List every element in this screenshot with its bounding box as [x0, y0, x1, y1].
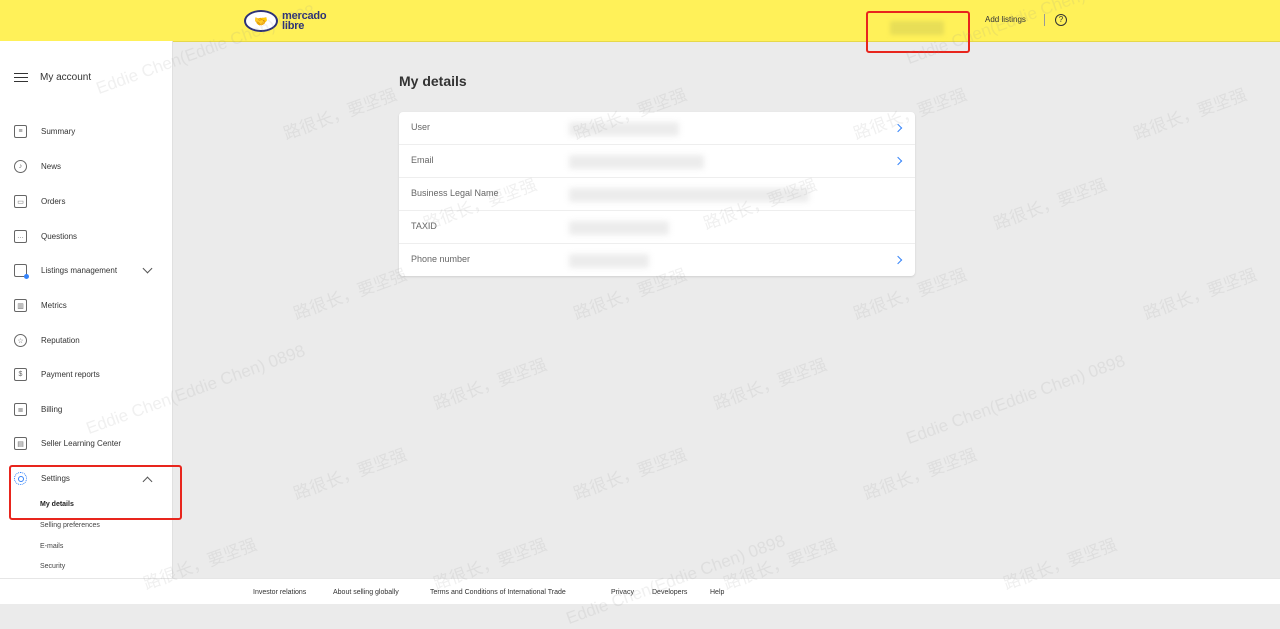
sidebar: My account ≡ Summary ♪ News ▭ Orders … Q…	[0, 41, 182, 578]
watermark-text: 路很长，要坚强	[571, 445, 690, 504]
sidebar-item-metrics[interactable]: ▥ Metrics	[14, 299, 67, 312]
settings-sub-emails[interactable]: E-mails	[40, 543, 63, 550]
metrics-icon: ▥	[14, 299, 27, 312]
footer-link-investor-relations[interactable]: Investor relations	[253, 589, 306, 596]
redacted-value	[569, 188, 809, 202]
sidebar-item-reputation[interactable]: ☆ Reputation	[14, 334, 80, 347]
watermark-text: 路很长，要坚强	[281, 85, 400, 144]
sidebar-item-label: Seller Learning Center	[41, 439, 122, 448]
detail-row-business-legal-name: Business Legal Name	[399, 178, 915, 211]
listings-icon	[14, 264, 29, 279]
sidebar-item-questions[interactable]: … Questions	[14, 230, 77, 243]
settings-sub-security[interactable]: Security	[40, 563, 65, 570]
watermark-text: 路很长，要坚强	[711, 355, 830, 414]
detail-label: Business Legal Name	[411, 188, 499, 198]
learning-icon: ▤	[14, 437, 27, 450]
watermark-text: 路很长，要坚强	[861, 445, 980, 504]
watermark-text: 路很长，要坚强	[431, 355, 550, 414]
sidebar-item-payment-reports[interactable]: $ Payment reports	[14, 368, 100, 381]
reputation-icon: ☆	[14, 334, 27, 347]
sidebar-item-label: News	[41, 162, 62, 171]
bell-icon: ♪	[14, 160, 27, 173]
footer-link-terms[interactable]: Terms and Conditions of International Tr…	[430, 589, 566, 596]
watermark-text: Eddie Chen(Eddie Chen) 0898	[903, 351, 1128, 449]
orders-icon: ▭	[14, 195, 27, 208]
footer-link-help[interactable]: Help	[710, 589, 724, 596]
add-listings-link[interactable]: Add listings	[985, 15, 1026, 24]
sidebar-item-orders[interactable]: ▭ Orders	[14, 195, 65, 208]
sidebar-item-label: Questions	[41, 232, 78, 241]
detail-label: Phone number	[411, 254, 471, 264]
logo-line-2: libre	[282, 20, 305, 32]
header-divider	[1044, 14, 1045, 26]
sidebar-item-label: Reputation	[41, 336, 80, 345]
footer: Investor relations About selling globall…	[0, 578, 1280, 604]
redacted-value	[569, 254, 649, 268]
sidebar-title: My account	[40, 72, 92, 83]
redacted-user-name	[890, 21, 944, 35]
settings-sub-my-details[interactable]: My details	[40, 501, 74, 508]
detail-row-email[interactable]: Email	[399, 145, 915, 178]
billing-icon: ≣	[14, 403, 27, 416]
chevron-down-icon[interactable]	[142, 263, 153, 274]
settings-sub-selling-preferences[interactable]: Selling preferences	[40, 522, 100, 529]
handshake-icon: 🤝	[244, 10, 278, 32]
redacted-value	[569, 155, 704, 169]
sidebar-item-label: Summary	[41, 127, 76, 136]
redacted-value	[569, 122, 679, 136]
sidebar-item-label: Payment reports	[41, 370, 100, 379]
sidebar-header: My account	[14, 72, 91, 83]
detail-row-user[interactable]: User	[399, 112, 915, 145]
sidebar-item-listings-management[interactable]: Listings management	[14, 264, 118, 279]
sidebar-item-news[interactable]: ♪ News	[14, 160, 61, 173]
details-card: User Email Business Legal Name TAXID Pho…	[399, 112, 915, 276]
chat-icon: …	[14, 230, 27, 243]
sidebar-item-label: Metrics	[41, 301, 67, 310]
footer-link-privacy[interactable]: Privacy	[611, 589, 634, 596]
footer-link-about-selling-globally[interactable]: About selling globally	[333, 589, 399, 596]
settings-highlight-box	[9, 465, 182, 520]
payment-icon: $	[14, 368, 27, 381]
help-icon[interactable]: ?	[1055, 14, 1067, 26]
detail-label: User	[411, 122, 431, 132]
detail-label: Email	[411, 155, 434, 165]
chevron-right-icon[interactable]	[893, 123, 903, 133]
sidebar-item-label: Orders	[41, 197, 66, 206]
hamburger-menu-icon[interactable]	[14, 72, 28, 83]
footer-link-developers[interactable]: Developers	[652, 589, 687, 596]
watermark-text: 路很长，要坚强	[291, 265, 410, 324]
watermark-text: 路很长，要坚强	[991, 175, 1110, 234]
watermark-text: 路很长，要坚强	[1141, 265, 1260, 324]
sidebar-item-seller-learning-center[interactable]: ▤ Seller Learning Center	[14, 437, 121, 450]
top-header-bar: 🤝 mercado libre Add listings ?	[0, 0, 1280, 53]
user-account-highlight[interactable]	[866, 11, 970, 53]
mercado-libre-logo[interactable]: 🤝 mercado libre	[244, 7, 327, 35]
sidebar-item-summary[interactable]: ≡ Summary	[14, 125, 75, 138]
detail-row-phone-number[interactable]: Phone number	[399, 244, 915, 277]
detail-label: TAXID	[411, 221, 437, 231]
detail-row-taxid: TAXID	[399, 211, 915, 244]
page-title: My details	[399, 73, 467, 89]
redacted-value	[569, 221, 669, 235]
sidebar-item-label: Listings management	[41, 266, 118, 275]
sidebar-item-billing[interactable]: ≣ Billing	[14, 403, 62, 416]
summary-icon: ≡	[14, 125, 27, 138]
chevron-right-icon[interactable]	[893, 156, 903, 166]
watermark-text: 路很长，要坚强	[1131, 85, 1250, 144]
chevron-right-icon[interactable]	[893, 255, 903, 265]
watermark-text: 路很长，要坚强	[291, 445, 410, 504]
sidebar-item-label: Billing	[41, 405, 63, 414]
